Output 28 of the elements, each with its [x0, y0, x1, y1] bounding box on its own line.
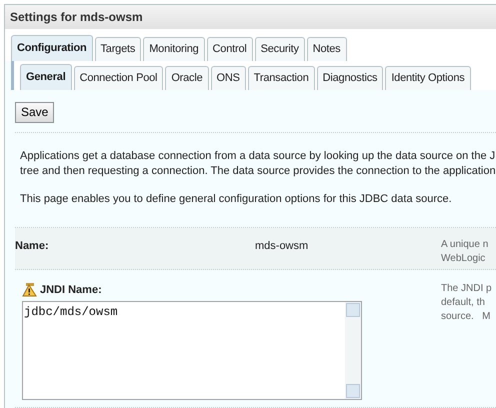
intro-text: Applications get a database connection from a data source by looking up the data source on the J — [20, 149, 496, 164]
tab[interactable]: Connection Pool — [74, 66, 164, 90]
field-label: JNDI Name: — [40, 283, 102, 298]
tab[interactable]: Transaction — [248, 66, 315, 90]
tab[interactable]: Notes — [306, 37, 346, 61]
tab[interactable]: Monitoring — [143, 37, 205, 61]
tab[interactable]: ONS — [210, 66, 246, 90]
text-area[interactable]: jdbc/mds/owsm — [22, 300, 362, 400]
tab[interactable]: Oracle — [165, 66, 209, 90]
tab[interactable]: Diagnostics — [316, 66, 384, 90]
field-label: Name: — [15, 239, 50, 254]
intro-text: This page enables you to define general configuration options for this JDBC data source. — [20, 192, 453, 207]
tab[interactable]: Security — [254, 37, 305, 61]
help-text: WebLogic — [441, 252, 486, 266]
scrollbar[interactable] — [345, 302, 361, 398]
help-text: A unique n — [441, 238, 488, 252]
intro-text: tree and then requesting a connection. The data source provides the connection to the application — [20, 164, 496, 179]
tab[interactable]: Targets — [94, 37, 142, 61]
tab[interactable]: General — [20, 64, 72, 90]
tab[interactable]: Configuration — [11, 35, 92, 61]
window-title: Settings for mds-owsm — [10, 9, 143, 26]
tab[interactable]: Identity Options — [385, 66, 471, 90]
help-text: The JNDI p — [441, 282, 492, 296]
tab[interactable]: Control — [206, 37, 253, 61]
field-value: mds-owsm — [255, 239, 310, 254]
help-text: source. M — [441, 310, 490, 324]
save-button[interactable]: Save — [15, 102, 54, 122]
help-text: default, th — [441, 296, 485, 310]
